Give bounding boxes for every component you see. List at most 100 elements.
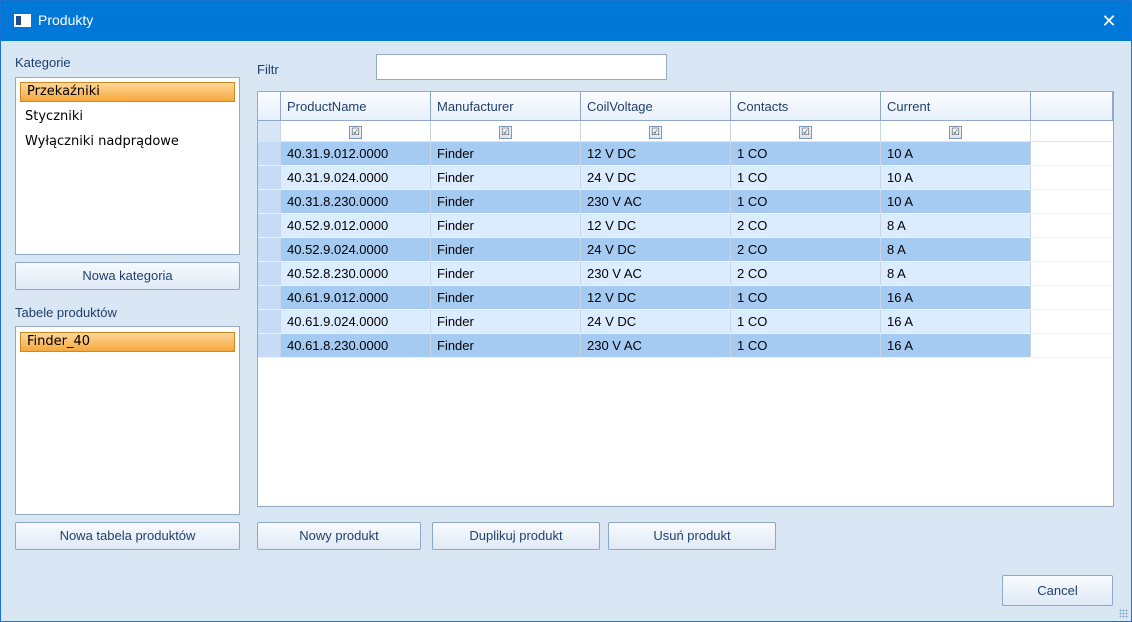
table-row[interactable]: 40.31.8.230.0000 Finder 230 V AC 1 CO 10 A (258, 189, 1113, 214)
column-filter[interactable]: ☑ (430, 120, 581, 142)
column-header-coilvoltage[interactable]: CoilVoltage (580, 92, 731, 121)
cell-contacts[interactable]: 1 CO (730, 333, 881, 358)
cell-current[interactable]: 16 A (880, 333, 1031, 358)
filter-checkbox-icon[interactable]: ☑ (349, 126, 362, 139)
column-filter[interactable]: ☑ (880, 120, 1031, 142)
cell-coilvoltage[interactable]: 12 V DC (580, 213, 731, 238)
filter-row: ☑ ☑ ☑ ☑ ☑ (258, 120, 1113, 142)
cell-contacts[interactable]: 2 CO (730, 237, 881, 262)
cell-manufacturer[interactable]: Finder (430, 237, 581, 262)
empty-cell (1030, 141, 1113, 166)
row-header[interactable] (258, 333, 281, 358)
row-header[interactable] (258, 261, 281, 286)
cell-contacts[interactable]: 2 CO (730, 261, 881, 286)
empty-cell (1030, 285, 1113, 310)
filter-input[interactable] (376, 54, 667, 80)
filter-checkbox-icon[interactable]: ☑ (649, 126, 662, 139)
resize-grip-icon[interactable] (1119, 609, 1128, 618)
cell-current[interactable]: 16 A (880, 309, 1031, 334)
new-product-table-button[interactable]: Nowa tabela produktów (15, 522, 240, 550)
table-row[interactable]: 40.61.9.012.0000 Finder 12 V DC 1 CO 16 A (258, 285, 1113, 310)
filter-checkbox-icon[interactable]: ☑ (799, 126, 812, 139)
cell-coilvoltage[interactable]: 230 V AC (580, 261, 731, 286)
cell-current[interactable]: 10 A (880, 141, 1031, 166)
table-row[interactable]: 40.31.9.024.0000 Finder 24 V DC 1 CO 10 A (258, 165, 1113, 190)
cell-manufacturer[interactable]: Finder (430, 141, 581, 166)
cell-coilvoltage[interactable]: 24 V DC (580, 237, 731, 262)
cell-current[interactable]: 10 A (880, 189, 1031, 214)
column-filter[interactable]: ☑ (280, 120, 431, 142)
cell-manufacturer[interactable]: Finder (430, 165, 581, 190)
cell-contacts[interactable]: 1 CO (730, 189, 881, 214)
categories-list[interactable]: Przekaźniki Styczniki Wyłączniki nadprąd… (15, 77, 240, 255)
filter-checkbox-icon[interactable]: ☑ (499, 126, 512, 139)
cell-coilvoltage[interactable]: 230 V AC (580, 189, 731, 214)
row-header[interactable] (258, 165, 281, 190)
cell-manufacturer[interactable]: Finder (430, 189, 581, 214)
cell-current[interactable]: 8 A (880, 213, 1031, 238)
column-filter[interactable]: ☑ (730, 120, 881, 142)
cell-manufacturer[interactable]: Finder (430, 261, 581, 286)
cell-manufacturer[interactable]: Finder (430, 333, 581, 358)
cell-current[interactable]: 10 A (880, 165, 1031, 190)
category-item[interactable]: Przekaźniki (20, 82, 235, 102)
cell-productname[interactable]: 40.52.9.012.0000 (280, 213, 431, 238)
filter-checkbox-icon[interactable]: ☑ (949, 126, 962, 139)
row-header[interactable] (258, 285, 281, 310)
cell-coilvoltage[interactable]: 230 V AC (580, 333, 731, 358)
cell-productname[interactable]: 40.31.8.230.0000 (280, 189, 431, 214)
cell-productname[interactable]: 40.61.8.230.0000 (280, 333, 431, 358)
new-product-button[interactable]: Nowy produkt (257, 522, 421, 550)
cell-contacts[interactable]: 1 CO (730, 285, 881, 310)
column-header-contacts[interactable]: Contacts (730, 92, 881, 121)
cell-coilvoltage[interactable]: 24 V DC (580, 165, 731, 190)
delete-product-button[interactable]: Usuń produkt (608, 522, 776, 550)
empty-cell (1030, 165, 1113, 190)
product-tables-list[interactable]: Finder_40 (15, 326, 240, 515)
duplicate-product-button[interactable]: Duplikuj produkt (432, 522, 600, 550)
cell-contacts[interactable]: 1 CO (730, 309, 881, 334)
cell-contacts[interactable]: 1 CO (730, 141, 881, 166)
products-window: Produkty ✕ Kategorie Przekaźniki Styczni… (0, 0, 1132, 622)
column-filter[interactable]: ☑ (580, 120, 731, 142)
cell-coilvoltage[interactable]: 12 V DC (580, 285, 731, 310)
table-row[interactable]: 40.61.9.024.0000 Finder 24 V DC 1 CO 16 A (258, 309, 1113, 334)
column-header-manufacturer[interactable]: Manufacturer (430, 92, 581, 121)
row-header[interactable] (258, 309, 281, 334)
product-table-item[interactable]: Finder_40 (20, 332, 235, 352)
cell-productname[interactable]: 40.31.9.024.0000 (280, 165, 431, 190)
cancel-button[interactable]: Cancel (1002, 575, 1113, 606)
column-header-current[interactable]: Current (880, 92, 1031, 121)
cell-productname[interactable]: 40.61.9.012.0000 (280, 285, 431, 310)
products-grid[interactable]: ProductName Manufacturer CoilVoltage Con… (257, 91, 1114, 507)
table-row[interactable]: 40.61.8.230.0000 Finder 230 V AC 1 CO 16 A (258, 333, 1113, 358)
cell-current[interactable]: 16 A (880, 285, 1031, 310)
column-header-productname[interactable]: ProductName (280, 92, 431, 121)
close-icon[interactable]: ✕ (1097, 9, 1121, 33)
cell-productname[interactable]: 40.31.9.012.0000 (280, 141, 431, 166)
cell-current[interactable]: 8 A (880, 237, 1031, 262)
new-category-button[interactable]: Nowa kategoria (15, 262, 240, 290)
row-header[interactable] (258, 213, 281, 238)
cell-contacts[interactable]: 1 CO (730, 165, 881, 190)
cell-productname[interactable]: 40.52.9.024.0000 (280, 237, 431, 262)
cell-current[interactable]: 8 A (880, 261, 1031, 286)
table-row[interactable]: 40.52.9.024.0000 Finder 24 V DC 2 CO 8 A (258, 237, 1113, 262)
table-row[interactable]: 40.52.9.012.0000 Finder 12 V DC 2 CO 8 A (258, 213, 1113, 238)
cell-productname[interactable]: 40.52.8.230.0000 (280, 261, 431, 286)
category-item[interactable]: Wyłączniki nadprądowe (19, 132, 179, 152)
row-header[interactable] (258, 237, 281, 262)
cell-manufacturer[interactable]: Finder (430, 285, 581, 310)
cell-coilvoltage[interactable]: 12 V DC (580, 141, 731, 166)
table-row[interactable]: 40.52.8.230.0000 Finder 230 V AC 2 CO 8 A (258, 261, 1113, 286)
category-item[interactable]: Styczniki (19, 107, 83, 127)
row-header[interactable] (258, 189, 281, 214)
cell-productname[interactable]: 40.61.9.024.0000 (280, 309, 431, 334)
cell-manufacturer[interactable]: Finder (430, 309, 581, 334)
cell-manufacturer[interactable]: Finder (430, 213, 581, 238)
table-row[interactable]: 40.31.9.012.0000 Finder 12 V DC 1 CO 10 A (258, 141, 1113, 166)
cell-contacts[interactable]: 2 CO (730, 213, 881, 238)
titlebar[interactable]: Produkty ✕ (1, 1, 1131, 41)
cell-coilvoltage[interactable]: 24 V DC (580, 309, 731, 334)
row-header[interactable] (258, 141, 281, 166)
